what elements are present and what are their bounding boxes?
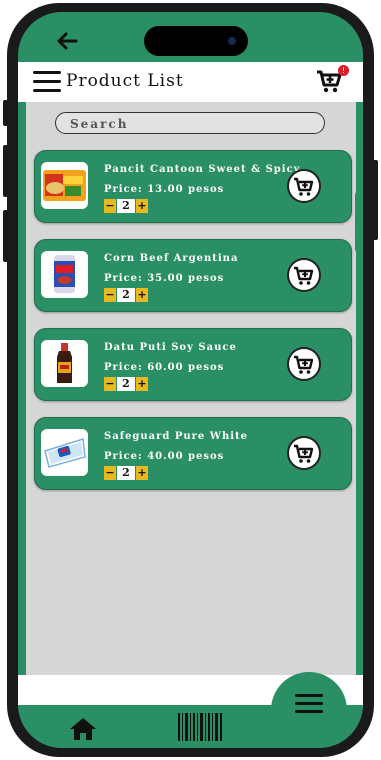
quantity-stepper: − 2 + [104,377,148,391]
product-name: Pancit Cantoon Sweet & Spicy [104,164,301,175]
cart-button[interactable]: ! [316,65,349,96]
cart-plus-icon [294,177,314,196]
quantity-value: 2 [117,377,135,391]
page-title: Product List [66,71,184,91]
cart-plus-icon [294,355,314,374]
app-header: Product List ! [18,62,363,102]
increase-button[interactable]: + [136,466,148,480]
increase-button[interactable]: + [136,377,148,391]
decrease-button[interactable]: − [104,288,116,302]
phone-frame: Product List ! Search Pancit Cantoon Swe… [7,3,374,757]
product-price: Price: 60.00 pesos [104,362,225,373]
quantity-value: 2 [117,199,135,213]
product-image [41,429,88,476]
quantity-stepper: − 2 + [104,466,148,480]
decrease-button[interactable]: − [104,466,116,480]
increase-button[interactable]: + [136,288,148,302]
hamburger-icon [295,694,323,718]
search-input[interactable] [68,114,302,134]
search-bar[interactable] [55,112,325,134]
decrease-button[interactable]: − [104,199,116,213]
hamburger-icon[interactable] [33,71,61,93]
product-price: Price: 35.00 pesos [104,273,225,284]
quantity-value: 2 [117,466,135,480]
increase-button[interactable]: + [136,199,148,213]
cart-plus-icon [294,444,314,463]
home-icon[interactable] [68,716,98,742]
product-price: Price: 13.00 pesos [104,184,225,195]
product-name: Safeguard Pure White [104,431,249,442]
product-name: Corn Beef Argentina [104,253,239,264]
screen: Product List ! Search Pancit Cantoon Swe… [18,12,363,748]
add-to-cart-button[interactable] [287,258,321,292]
product-price: Price: 40.00 pesos [104,451,225,462]
product-image [41,162,88,209]
product-image [41,340,88,387]
add-to-cart-button[interactable] [287,169,321,203]
add-to-cart-button[interactable] [287,436,321,470]
add-to-cart-button[interactable] [287,347,321,381]
quantity-value: 2 [117,288,135,302]
status-bar [18,12,363,62]
product-image [41,251,88,298]
quantity-stepper: − 2 + [104,288,148,302]
product-name: Datu Puti Soy Sauce [104,342,237,353]
dynamic-island [144,26,248,56]
product-card[interactable]: Pancit Cantoon Sweet & Spicy Price: 13.0… [34,150,352,223]
product-card[interactable]: Datu Puti Soy Sauce Price: 60.00 pesos −… [34,328,352,401]
arrow-left-icon[interactable] [54,28,80,54]
cart-badge: ! [338,65,349,76]
cart-plus-icon [294,266,314,285]
decrease-button[interactable]: − [104,377,116,391]
quantity-stepper: − 2 + [104,199,148,213]
product-card[interactable]: Corn Beef Argentina Price: 35.00 pesos −… [34,239,352,312]
scrollbar[interactable] [355,192,360,252]
product-card[interactable]: Safeguard Pure White Price: 40.00 pesos … [34,417,352,490]
barcode-icon[interactable] [178,713,222,741]
